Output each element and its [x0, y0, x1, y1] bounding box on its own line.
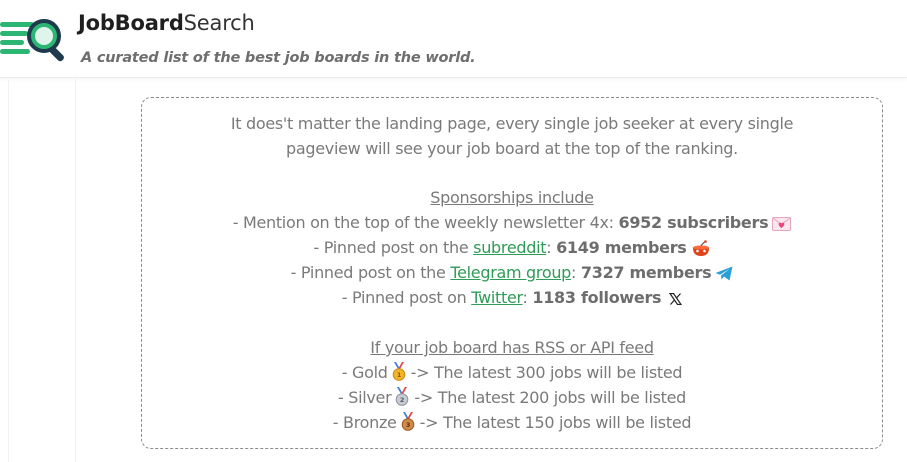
brand-part-1: JobBoard	[78, 11, 184, 35]
item-stat: 7327 members	[580, 263, 712, 282]
item-text: - Pinned post on the	[313, 238, 474, 257]
tier-bronze: - Bronze 3 -> The latest 150 jobs will be …	[142, 410, 882, 435]
reddit-icon	[692, 240, 709, 256]
item-text: - Mention on the top of the weekly newsl…	[232, 213, 619, 232]
item-stat: 6952 subscribers	[618, 213, 769, 232]
sidebar-divider	[75, 79, 76, 462]
subreddit-link[interactable]: subreddit	[473, 238, 546, 257]
intro-paragraph: It does't matter the landing page, every…	[142, 111, 882, 161]
x-icon	[669, 292, 683, 305]
tier-name: - Gold	[341, 363, 388, 382]
item-text: - Pinned post on	[341, 288, 472, 307]
brand-part-2: Search	[183, 11, 255, 35]
item-stat: 6149 members	[556, 238, 687, 257]
sponsorship-box: It does't matter the landing page, every…	[141, 97, 883, 449]
tier-silver: - Silver 2 -> The latest 200 jobs will be …	[142, 385, 882, 410]
tier-gold: - Gold 1 -> The latest 300 jobs will be li…	[142, 360, 882, 385]
sponsorships-list: Sponsorships include - Mention on the to…	[142, 185, 882, 310]
tier-text: -> The latest 300 jobs will be listed	[410, 363, 683, 382]
item-text: - Pinned post on the	[290, 263, 451, 282]
love-letter-icon	[772, 216, 792, 231]
tier-text: -> The latest 150 jobs will be listed	[419, 413, 692, 432]
tier-text: -> The latest 200 jobs will be listed	[414, 388, 686, 407]
telegram-group-link[interactable]: Telegram group	[450, 263, 571, 282]
item-sep: :	[571, 263, 581, 282]
tier-name: - Bronze	[332, 413, 397, 432]
item-sep: :	[522, 288, 533, 307]
brand-name[interactable]: JobBoardSearch	[78, 11, 255, 35]
tagline: A curated list of the best job boards in…	[81, 50, 476, 66]
sponsorship-item-subreddit: - Pinned post on the subreddit: 6149 mem…	[142, 235, 882, 260]
telegram-icon	[715, 266, 733, 281]
gold-medal-icon: 1	[392, 362, 405, 381]
feed-tiers-list: If your job board has RSS or API feed - …	[142, 335, 882, 435]
twitter-link[interactable]: Twitter	[471, 288, 523, 307]
item-stat: 1183 followers	[532, 288, 662, 307]
tier-name: - Silver	[337, 388, 392, 407]
sponsorship-item-twitter: - Pinned post on Twitter: 1183 followers	[142, 285, 882, 310]
svg-text:2: 2	[400, 396, 404, 404]
sponsorship-item-newsletter: - Mention on the top of the weekly newsl…	[142, 210, 882, 235]
sponsorships-heading: Sponsorships include	[430, 188, 594, 207]
feeds-heading: If your job board has RSS or API feed	[370, 338, 654, 357]
intro-line-1: It does't matter the landing page, every…	[230, 114, 794, 133]
intro-line-2: pageview will see your job board at the …	[286, 139, 738, 158]
bronze-medal-icon: 3	[401, 412, 414, 431]
site-header: JobBoardSearch A curated list of the bes…	[0, 0, 907, 78]
sponsorship-item-telegram: - Pinned post on the Telegram group: 732…	[142, 260, 882, 285]
silver-medal-icon: 2	[396, 387, 409, 406]
left-divider	[8, 79, 9, 462]
item-sep: :	[546, 238, 557, 257]
svg-text:3: 3	[405, 421, 409, 429]
logo-icon[interactable]	[0, 14, 70, 66]
